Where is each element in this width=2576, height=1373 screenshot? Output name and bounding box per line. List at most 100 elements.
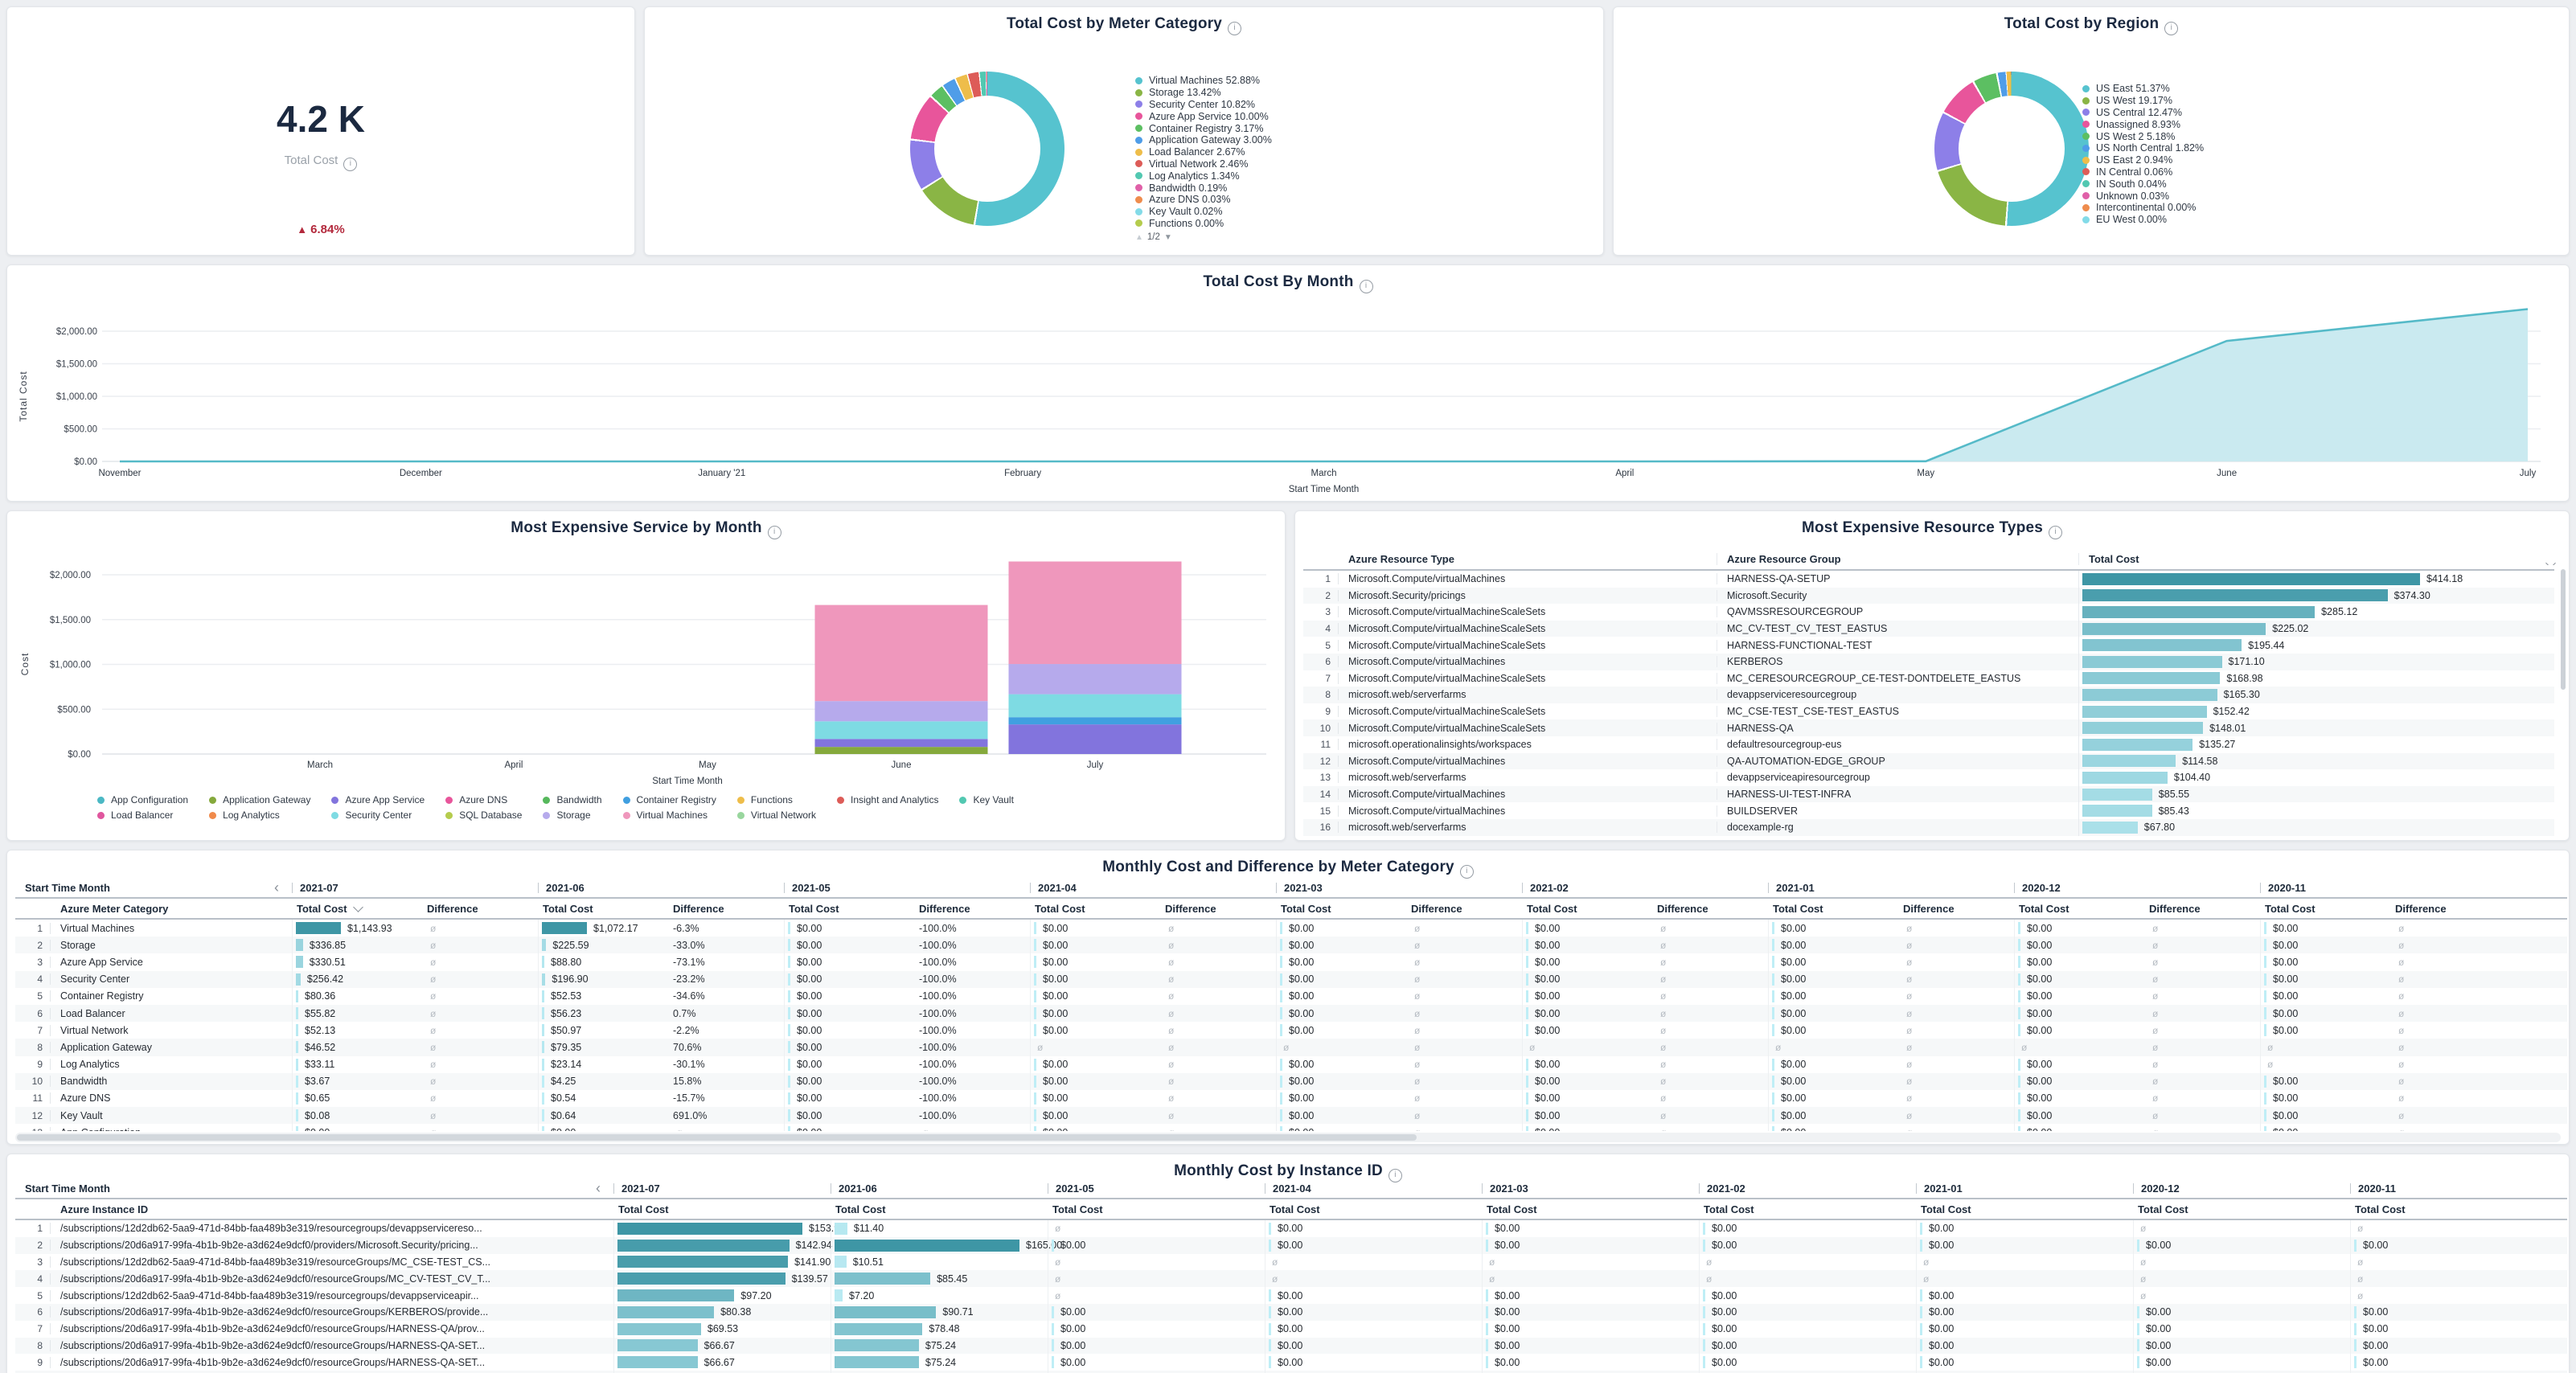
info-icon[interactable]: i xyxy=(1360,280,1373,293)
sort-chevron-icon[interactable] xyxy=(353,902,363,912)
legend-item[interactable]: Unassigned 8.93% xyxy=(2082,118,2533,130)
info-icon[interactable]: i xyxy=(1228,22,1241,35)
cost-cell: $52.13 xyxy=(292,1022,419,1039)
info-icon[interactable]: i xyxy=(343,158,357,171)
info-icon[interactable]: i xyxy=(2164,22,2178,35)
area-chart-total-cost-by-month[interactable]: $0.00$500.00$1,000.00$1,500.00$2,000.00T… xyxy=(7,265,2569,501)
difference-cell: ø xyxy=(1649,1092,1768,1104)
legend-item[interactable]: Virtual Network xyxy=(737,809,816,821)
cost-cell: $0.00 xyxy=(1030,920,1157,937)
info-icon[interactable]: i xyxy=(2049,526,2062,539)
cost-cell: ø xyxy=(1699,1254,1916,1271)
legend-item[interactable]: Virtual Network 2.46% xyxy=(1135,158,1585,170)
legend-item[interactable]: Log Analytics xyxy=(209,809,310,821)
legend-item[interactable]: Virtual Machines 52.88% xyxy=(1135,75,1585,87)
horizontal-scrollbar[interactable] xyxy=(15,1133,2561,1142)
cost-bar xyxy=(296,1076,298,1088)
cost-cell: $0.00 xyxy=(1276,953,1403,970)
donut-chart-region[interactable] xyxy=(1934,72,2089,226)
legend-swatch xyxy=(623,797,630,804)
resource-type-cell: Microsoft.Compute/virtualMachines xyxy=(1339,656,1717,667)
legend-item[interactable]: US East 51.37% xyxy=(2082,83,2533,95)
legend-item[interactable]: Insight and Analytics xyxy=(837,794,938,805)
cost-cell: $0.00 xyxy=(2014,1056,2141,1073)
legend-item[interactable]: Container Registry xyxy=(623,794,716,805)
sort-chevron-icon[interactable] xyxy=(2545,558,2556,565)
cost-cell: $0.00 xyxy=(1916,1321,2133,1338)
legend-item[interactable]: EU West 0.00% xyxy=(2082,214,2533,226)
scroll-left-icon[interactable]: ‹ xyxy=(274,879,292,896)
legend-item[interactable]: Bandwidth xyxy=(543,794,601,805)
legend-item[interactable]: Application Gateway xyxy=(209,794,310,805)
cost-cell: $0.00 xyxy=(1699,1287,1916,1304)
cost-bar xyxy=(2264,1024,2266,1036)
legend-item[interactable]: Virtual Machines xyxy=(623,809,716,821)
table-row: 2Microsoft.Security/pricingsMicrosoft.Se… xyxy=(1303,588,2554,605)
info-icon[interactable]: i xyxy=(768,526,781,539)
cost-bar xyxy=(542,1076,544,1088)
legend-item[interactable]: Azure DNS 0.03% xyxy=(1135,194,1585,206)
svg-text:December: December xyxy=(400,469,442,478)
legend-item[interactable]: App Configuration xyxy=(97,794,188,805)
legend-item[interactable]: Azure DNS xyxy=(445,794,522,805)
kpi-value: 4.2 K xyxy=(7,97,634,141)
legend-item[interactable]: US East 2 0.94% xyxy=(2082,154,2533,166)
legend-item[interactable]: Key Vault xyxy=(959,794,1013,805)
legend-item[interactable]: US North Central 1.82% xyxy=(2082,142,2533,154)
legend-item[interactable]: Bandwidth 0.19% xyxy=(1135,182,1585,194)
info-icon[interactable]: i xyxy=(1460,865,1474,879)
cost-cell: ø xyxy=(1030,1039,1157,1055)
cost-cell: $0.00 xyxy=(2133,1338,2350,1355)
cost-cell: ø xyxy=(1699,1270,1916,1287)
svg-text:July: July xyxy=(2520,469,2537,478)
row-label-cell: /subscriptions/20d6a917-99fa-4b1b-9b2e-a… xyxy=(51,1273,613,1285)
cost-bar xyxy=(1034,939,1036,951)
cost-bar xyxy=(2082,789,2152,801)
legend-item[interactable]: Key Vault 0.02% xyxy=(1135,206,1585,218)
svg-text:Total Cost: Total Cost xyxy=(18,371,29,421)
legend-item[interactable]: Log Analytics 1.34% xyxy=(1135,170,1585,182)
legend-item[interactable]: Security Center 10.82% xyxy=(1135,99,1585,111)
resource-group-cell: KERBEROS xyxy=(1717,656,2078,667)
difference-cell: 0.7% xyxy=(665,1008,784,1019)
difference-cell: ø xyxy=(2141,1127,2260,1131)
legend-item[interactable]: Functions 0.00% xyxy=(1135,218,1585,227)
legend-item[interactable]: Azure App Service xyxy=(331,794,425,805)
legend-item[interactable]: SQL Database xyxy=(445,809,522,821)
vertical-scrollbar[interactable] xyxy=(2561,569,2566,834)
info-icon[interactable]: i xyxy=(1388,1169,1402,1182)
legend-item[interactable]: Functions xyxy=(737,794,816,805)
legend-item[interactable]: IN South 0.04% xyxy=(2082,178,2533,190)
donut-chart-meter-category[interactable] xyxy=(910,72,1064,226)
legend-item[interactable]: Storage xyxy=(543,809,601,821)
legend-item[interactable]: US Central 12.47% xyxy=(2082,107,2533,119)
cost-bar xyxy=(788,922,790,934)
page-up-icon[interactable]: ▲ xyxy=(1135,233,1143,242)
legend-item[interactable]: Storage 13.42% xyxy=(1135,87,1585,99)
cost-cell: $225.02 xyxy=(2078,621,2561,637)
difference-header: Difference xyxy=(2141,903,2260,915)
legend-item[interactable]: Azure App Service 10.00% xyxy=(1135,110,1585,122)
stacked-bar-chart-service-by-month[interactable]: $0.00$500.00$1,000.00$1,500.00$2,000.00C… xyxy=(7,511,1285,793)
legend-item[interactable]: IN Central 0.06% xyxy=(2082,166,2533,178)
cost-cell: $0.00 xyxy=(1482,1287,1699,1304)
difference-cell: ø xyxy=(419,1042,538,1053)
difference-cell: ø xyxy=(1157,1042,1276,1053)
cost-cell: $0.00 xyxy=(2260,937,2387,953)
legend-item[interactable]: Container Registry 3.17% xyxy=(1135,122,1585,134)
table-row: 4Microsoft.Compute/virtualMachineScaleSe… xyxy=(1303,621,2554,637)
difference-cell: ø xyxy=(1403,973,1522,985)
page-down-icon[interactable]: ▼ xyxy=(1164,233,1172,242)
table-row: 1Virtual Machines$1,143.93ø$1,072.17-6.3… xyxy=(15,920,2567,937)
cost-cell: $0.00 xyxy=(1265,1220,1482,1237)
legend-item[interactable]: Security Center xyxy=(331,809,425,821)
legend-item[interactable]: Unknown 0.03% xyxy=(2082,190,2533,202)
cost-cell: $0.00 xyxy=(2014,953,2141,970)
legend-item[interactable]: Load Balancer 2.67% xyxy=(1135,146,1585,158)
legend-item[interactable]: Intercontinental 0.00% xyxy=(2082,202,2533,214)
legend-item[interactable]: US West 2 5.18% xyxy=(2082,130,2533,142)
legend-item[interactable]: US West 19.17% xyxy=(2082,95,2533,107)
legend-item[interactable]: Application Gateway 3.00% xyxy=(1135,134,1585,146)
cost-bar xyxy=(1034,1007,1036,1019)
legend-item[interactable]: Load Balancer xyxy=(97,809,188,821)
